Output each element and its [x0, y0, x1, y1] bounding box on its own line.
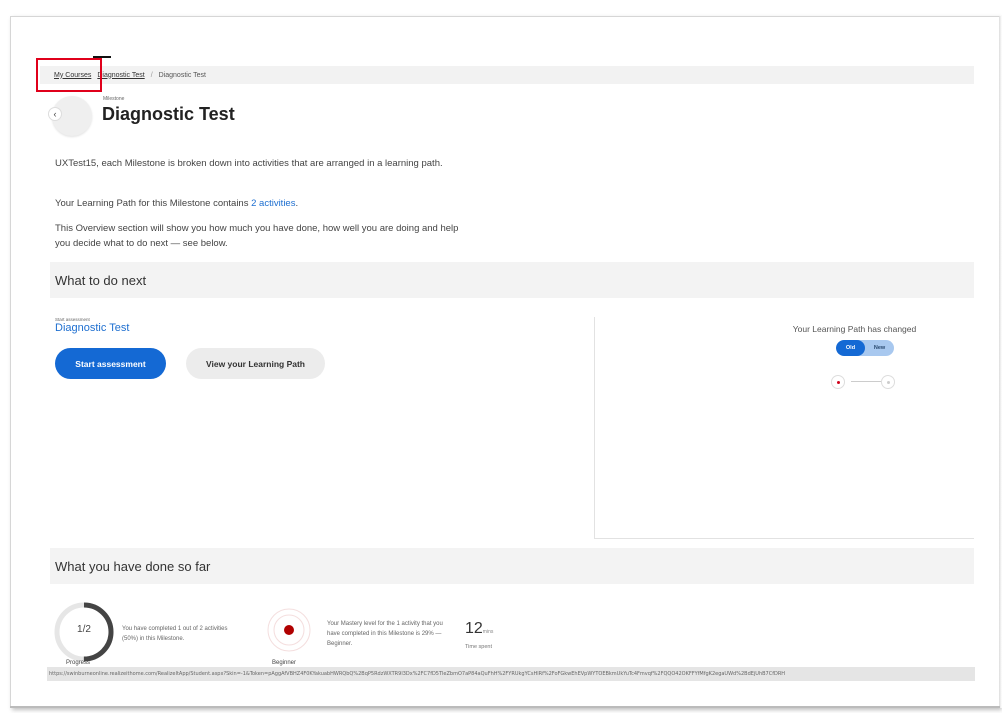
time-unit: mins: [482, 629, 494, 635]
path-node-1-dot: [837, 381, 840, 384]
mastery-description: Your Mastery level for the 1 activity th…: [327, 621, 443, 647]
progress-label: Progress: [66, 660, 91, 666]
learning-path-panel: Your Learning Path has changed Old New: [594, 317, 974, 539]
time-number: 12: [465, 620, 483, 637]
toggle-new[interactable]: New: [865, 340, 894, 356]
path-node-2[interactable]: [881, 375, 895, 389]
path-node-1[interactable]: [831, 375, 845, 389]
page-title: Diagnostic Test: [102, 104, 235, 124]
old-new-toggle[interactable]: Old New: [836, 340, 894, 356]
mastery-dot: [284, 625, 294, 635]
what-you-have-done-heading: What you have done so far: [50, 548, 974, 584]
intro-paragraph-2: Your Learning Path for this Milestone co…: [55, 196, 475, 211]
intro-paragraph-1: UXTest15, each Milestone is broken down …: [55, 158, 443, 169]
progress-description: You have completed 1 out of 2 activities…: [122, 626, 228, 642]
toggle-old[interactable]: Old: [836, 340, 865, 356]
time-spent-label: Time spent: [465, 644, 493, 650]
intro-p2-suffix: .: [295, 198, 299, 209]
breadcrumb-current: Diagnostic Test: [158, 71, 206, 79]
activity-title-link[interactable]: Diagnostic Test: [55, 322, 129, 334]
window-bottom-edge: [10, 706, 1000, 708]
progress-value: 1/2: [77, 624, 91, 635]
view-learning-path-button[interactable]: View your Learning Path: [186, 348, 325, 379]
what-to-do-next-heading: What to do next: [50, 262, 974, 298]
mastery-icon: [267, 608, 311, 652]
start-assessment-button[interactable]: Start assessment: [55, 348, 166, 379]
breadcrumb-separator: /: [150, 71, 153, 79]
path-node-2-dot: [887, 381, 890, 384]
mastery-label: Beginner: [272, 660, 297, 666]
time-spent-value: 12mins: [465, 620, 493, 638]
intro-p2-prefix: Your Learning Path for this Milestone co…: [55, 198, 252, 209]
annotation-highlight-box: [36, 58, 102, 92]
breadcrumb-diagnostic-test[interactable]: Diagnostic Test: [97, 72, 144, 79]
learning-path-title: Your Learning Path has changed: [792, 324, 917, 334]
chevron-left-icon[interactable]: ‹: [48, 107, 62, 121]
milestone-eyebrow: Milestone: [103, 96, 125, 102]
breadcrumb: My Courses Diagnostic Test / Diagnostic …: [40, 66, 974, 84]
intro-paragraph-3: This Overview section will show you how …: [55, 223, 459, 249]
status-url-bar: https://swinburneonline.realizeithome.co…: [47, 667, 975, 681]
activities-link[interactable]: 2 activities: [251, 198, 295, 209]
